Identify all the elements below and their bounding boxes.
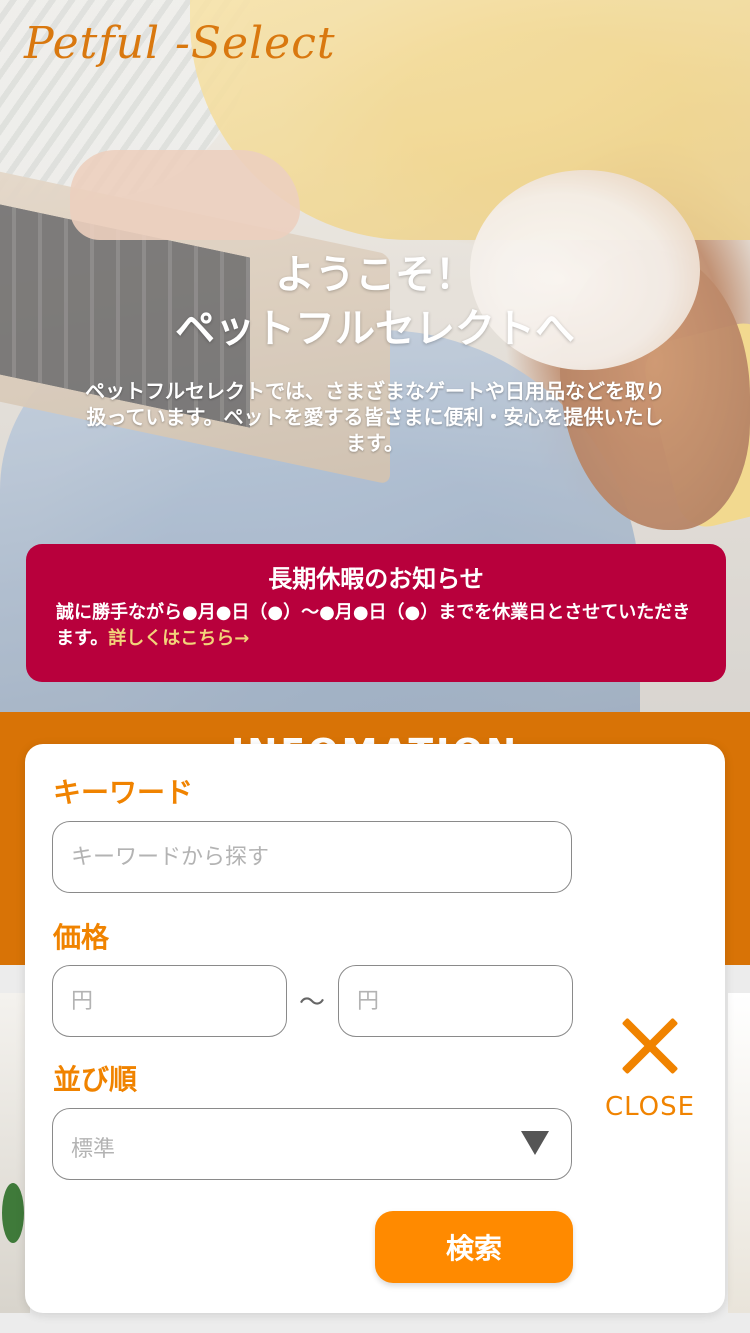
- hero-title-line1: ようこそ！: [275, 252, 475, 298]
- hero-description: ペットフルセレクトでは、さまざまなゲートや日用品などを取り扱っています。ペットを…: [85, 379, 665, 455]
- hero-section: Petful -Select ようこそ！ ペットフルセレクトへ ペットフルセレク…: [0, 0, 750, 712]
- notice-title: 長期休暇のお知らせ: [268, 565, 484, 593]
- price-min-input[interactable]: [52, 965, 287, 1037]
- notice-details-link[interactable]: 詳しくはこちら→: [108, 628, 249, 649]
- sort-label: 並び順: [53, 1063, 138, 1096]
- sort-selected-value: 標準: [71, 1137, 116, 1162]
- price-separator: 〜: [298, 988, 325, 1018]
- hero-title: ようこそ！ ペットフルセレクトへ: [0, 248, 750, 356]
- close-button[interactable]: CLOSE: [600, 1016, 700, 1122]
- plant-image: [2, 1183, 24, 1243]
- product-card-right: [728, 993, 750, 1313]
- price-max-input[interactable]: [338, 965, 573, 1037]
- search-modal: キーワード 価格 〜 並び順 標準 検索 CLOSE: [25, 744, 725, 1313]
- price-label: 価格: [53, 921, 110, 954]
- hero-title-line2: ペットフルセレクトへ: [175, 306, 575, 352]
- chevron-down-icon: [521, 1131, 549, 1155]
- holiday-notice: 長期休暇のお知らせ 誠に勝手ながら●月●日（●）〜●月●日（●）までを休業日とさ…: [26, 544, 726, 682]
- sort-select[interactable]: 標準: [52, 1108, 572, 1180]
- keyword-label: キーワード: [53, 776, 194, 809]
- close-label: CLOSE: [604, 1092, 696, 1122]
- notice-body: 誠に勝手ながら●月●日（●）〜●月●日（●）までを休業日とさせていただきます。詳…: [56, 600, 696, 652]
- keyword-input[interactable]: [52, 821, 572, 893]
- search-button[interactable]: 検索: [375, 1211, 573, 1283]
- site-logo[interactable]: Petful -Select: [24, 18, 336, 69]
- page: Petful -Select ようこそ！ ペットフルセレクトへ ペットフルセレク…: [0, 0, 750, 1333]
- close-icon: [620, 1016, 680, 1076]
